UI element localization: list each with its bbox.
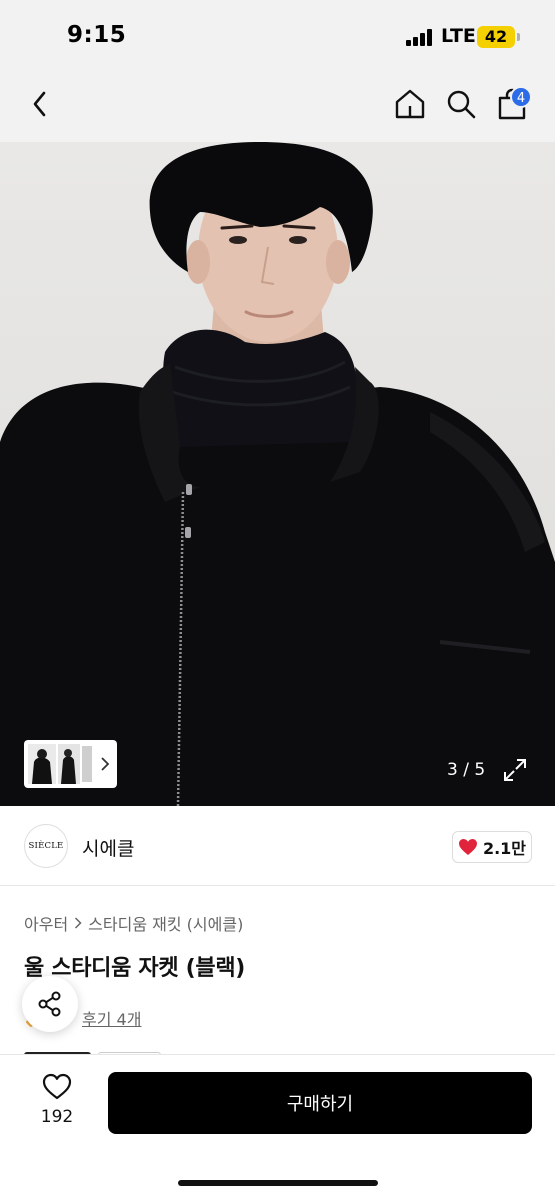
breadcrumb-subcategory[interactable]: 스타디움 재킷 (시에클) xyxy=(88,911,243,935)
back-button[interactable] xyxy=(22,86,58,122)
search-button[interactable] xyxy=(443,86,479,122)
brand-name[interactable]: 시에클 xyxy=(82,834,134,861)
buy-button[interactable]: 구매하기 xyxy=(108,1072,532,1134)
share-button[interactable] xyxy=(22,976,78,1032)
thumbnail-strip[interactable] xyxy=(24,740,117,788)
heart-outline-icon xyxy=(42,1073,72,1100)
breadcrumb: 아우터 스타디움 재킷 (시에클) xyxy=(24,911,243,935)
expand-icon xyxy=(504,759,526,781)
product-photo xyxy=(0,142,555,806)
chevron-right-icon xyxy=(75,917,82,929)
expand-button[interactable] xyxy=(502,757,528,783)
network-label: LTE xyxy=(441,25,476,47)
home-button[interactable] xyxy=(392,86,428,122)
search-icon xyxy=(447,90,476,119)
brand-like-button[interactable]: 2.1만 xyxy=(452,831,532,863)
review-link[interactable]: 후기 4개 xyxy=(82,1006,141,1030)
chevron-left-icon xyxy=(33,91,46,117)
brand-like-count: 2.1만 xyxy=(482,839,527,858)
home-indicator xyxy=(178,1180,378,1186)
signal-icon xyxy=(406,29,432,46)
battery-tip xyxy=(517,33,520,41)
bottom-purchase-bar: 192 구매하기 xyxy=(0,1054,555,1200)
battery-icon: 42 xyxy=(477,26,515,48)
breadcrumb-category[interactable]: 아우터 xyxy=(24,911,68,935)
status-time: 9:15 xyxy=(67,22,127,48)
wishlist-count: 192 xyxy=(40,1107,74,1127)
heart-filled-icon xyxy=(458,839,477,855)
chevron-right-icon xyxy=(101,757,110,771)
status-bar: 9:15 LTE 42 xyxy=(0,0,555,72)
cart-count-badge: 4 xyxy=(510,86,532,108)
share-icon xyxy=(38,991,61,1017)
image-counter: 3 / 5 xyxy=(447,760,486,780)
product-image[interactable] xyxy=(0,142,555,806)
brand-logo[interactable]: SIÈCLE xyxy=(24,824,68,868)
home-icon xyxy=(395,89,425,119)
nav-bar xyxy=(0,72,555,142)
brand-row[interactable]: SIÈCLE 시에클 2.1만 xyxy=(0,806,555,886)
wishlist-button[interactable]: 192 xyxy=(30,1073,84,1133)
